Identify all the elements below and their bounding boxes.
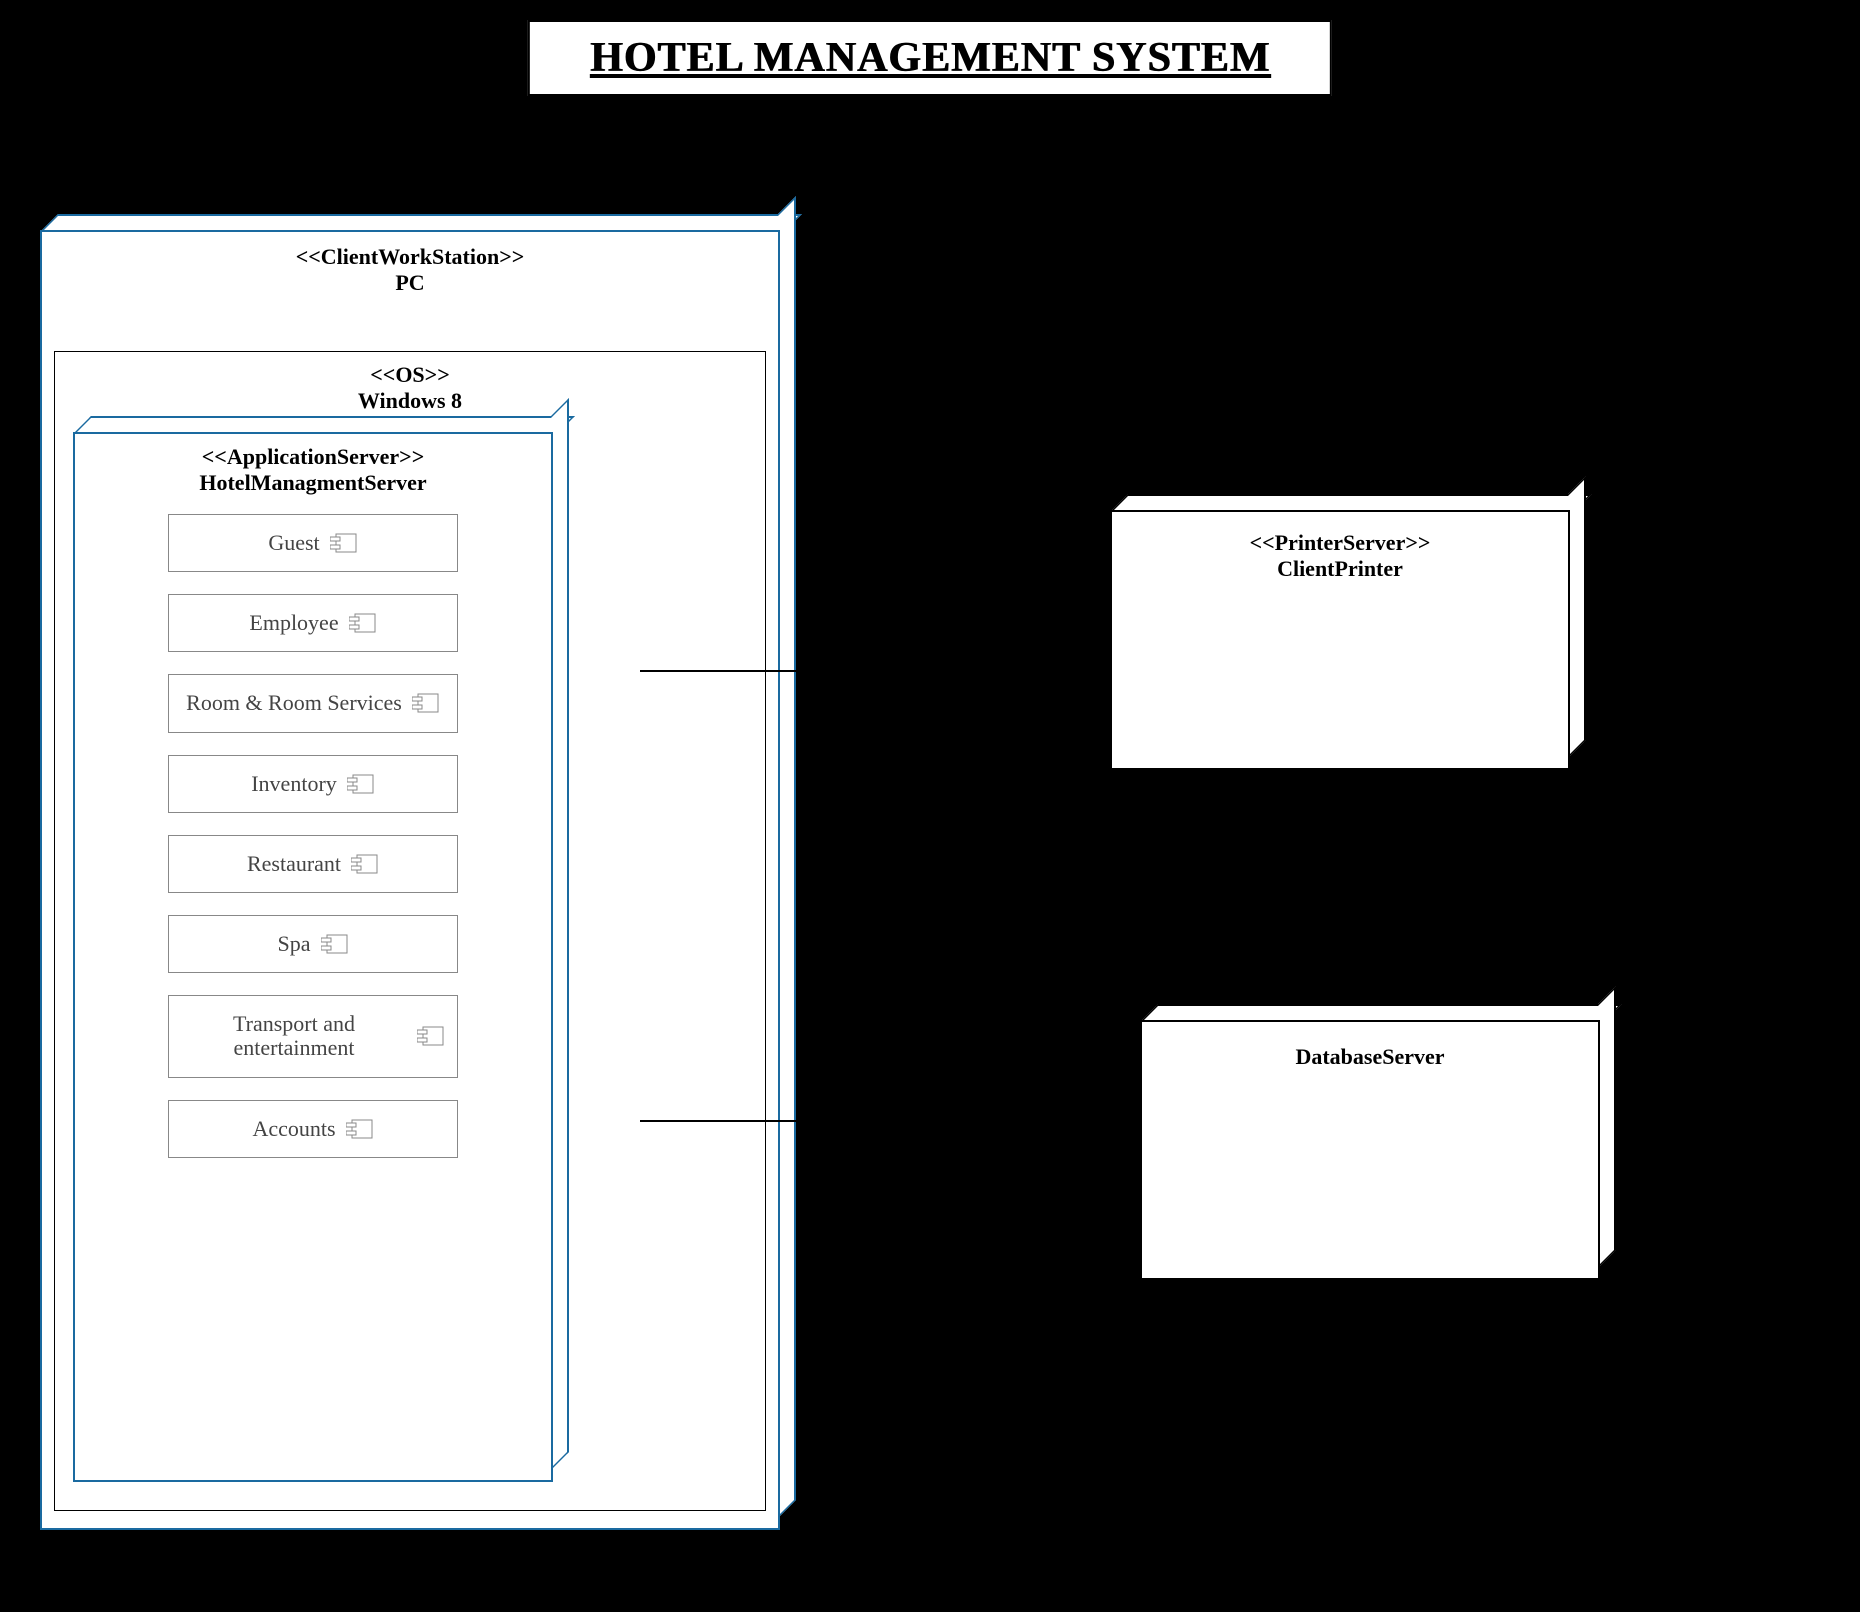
component-icon [330,532,358,554]
component-icon [412,692,440,714]
node-printer-server: <<PrinterServer>> ClientPrinter [1110,510,1570,770]
pc-stereotype: <<ClientWorkStation>> [54,244,766,270]
os-name: Windows 8 [73,388,747,414]
component-icon [346,1118,374,1140]
node-application-server: <<ApplicationServer>> HotelManagmentServ… [73,432,553,1482]
component-icon [417,1025,445,1047]
db-name: DatabaseServer [1154,1044,1586,1070]
connection-pc-to-printer [640,670,1110,672]
component-label: Spa [278,932,311,956]
appserver-name: HotelManagmentServer [87,470,539,496]
component-icon [349,612,377,634]
component-spa: Spa [168,915,458,973]
component-label: Transport and entertainment [181,1012,407,1060]
component-room-services: Room & Room Services [168,674,458,732]
appserver-stereotype: <<ApplicationServer>> [87,444,539,470]
component-guest: Guest [168,514,458,572]
component-label: Accounts [252,1117,335,1141]
component-restaurant: Restaurant [168,835,458,893]
diagram-title-box: HOTEL MANAGEMENT SYSTEM [528,20,1332,96]
component-icon [351,853,379,875]
node-client-workstation: <<ClientWorkStation>> PC <<OS>> Windows … [40,230,780,1530]
connection-pc-to-db [640,1120,1140,1122]
component-accounts: Accounts [168,1100,458,1158]
component-icon [347,773,375,795]
node-os: <<OS>> Windows 8 <<ApplicationServer>> H… [54,351,766,1511]
node-database-server: DatabaseServer [1140,1020,1600,1280]
diagram-title: HOTEL MANAGEMENT SYSTEM [590,34,1270,82]
component-label: Employee [249,611,338,635]
printer-stereotype: <<PrinterServer>> [1124,530,1556,556]
component-label: Inventory [251,772,337,796]
component-label: Guest [268,531,319,555]
component-employee: Employee [168,594,458,652]
component-transport-entertainment: Transport and entertainment [168,995,458,1077]
component-label: Restaurant [247,852,341,876]
printer-name: ClientPrinter [1124,556,1556,582]
pc-name: PC [54,270,766,296]
component-icon [321,933,349,955]
os-stereotype: <<OS>> [73,362,747,388]
component-label: Room & Room Services [186,691,402,715]
component-inventory: Inventory [168,755,458,813]
component-list: Guest Employee Room & Room Services [87,514,539,1158]
